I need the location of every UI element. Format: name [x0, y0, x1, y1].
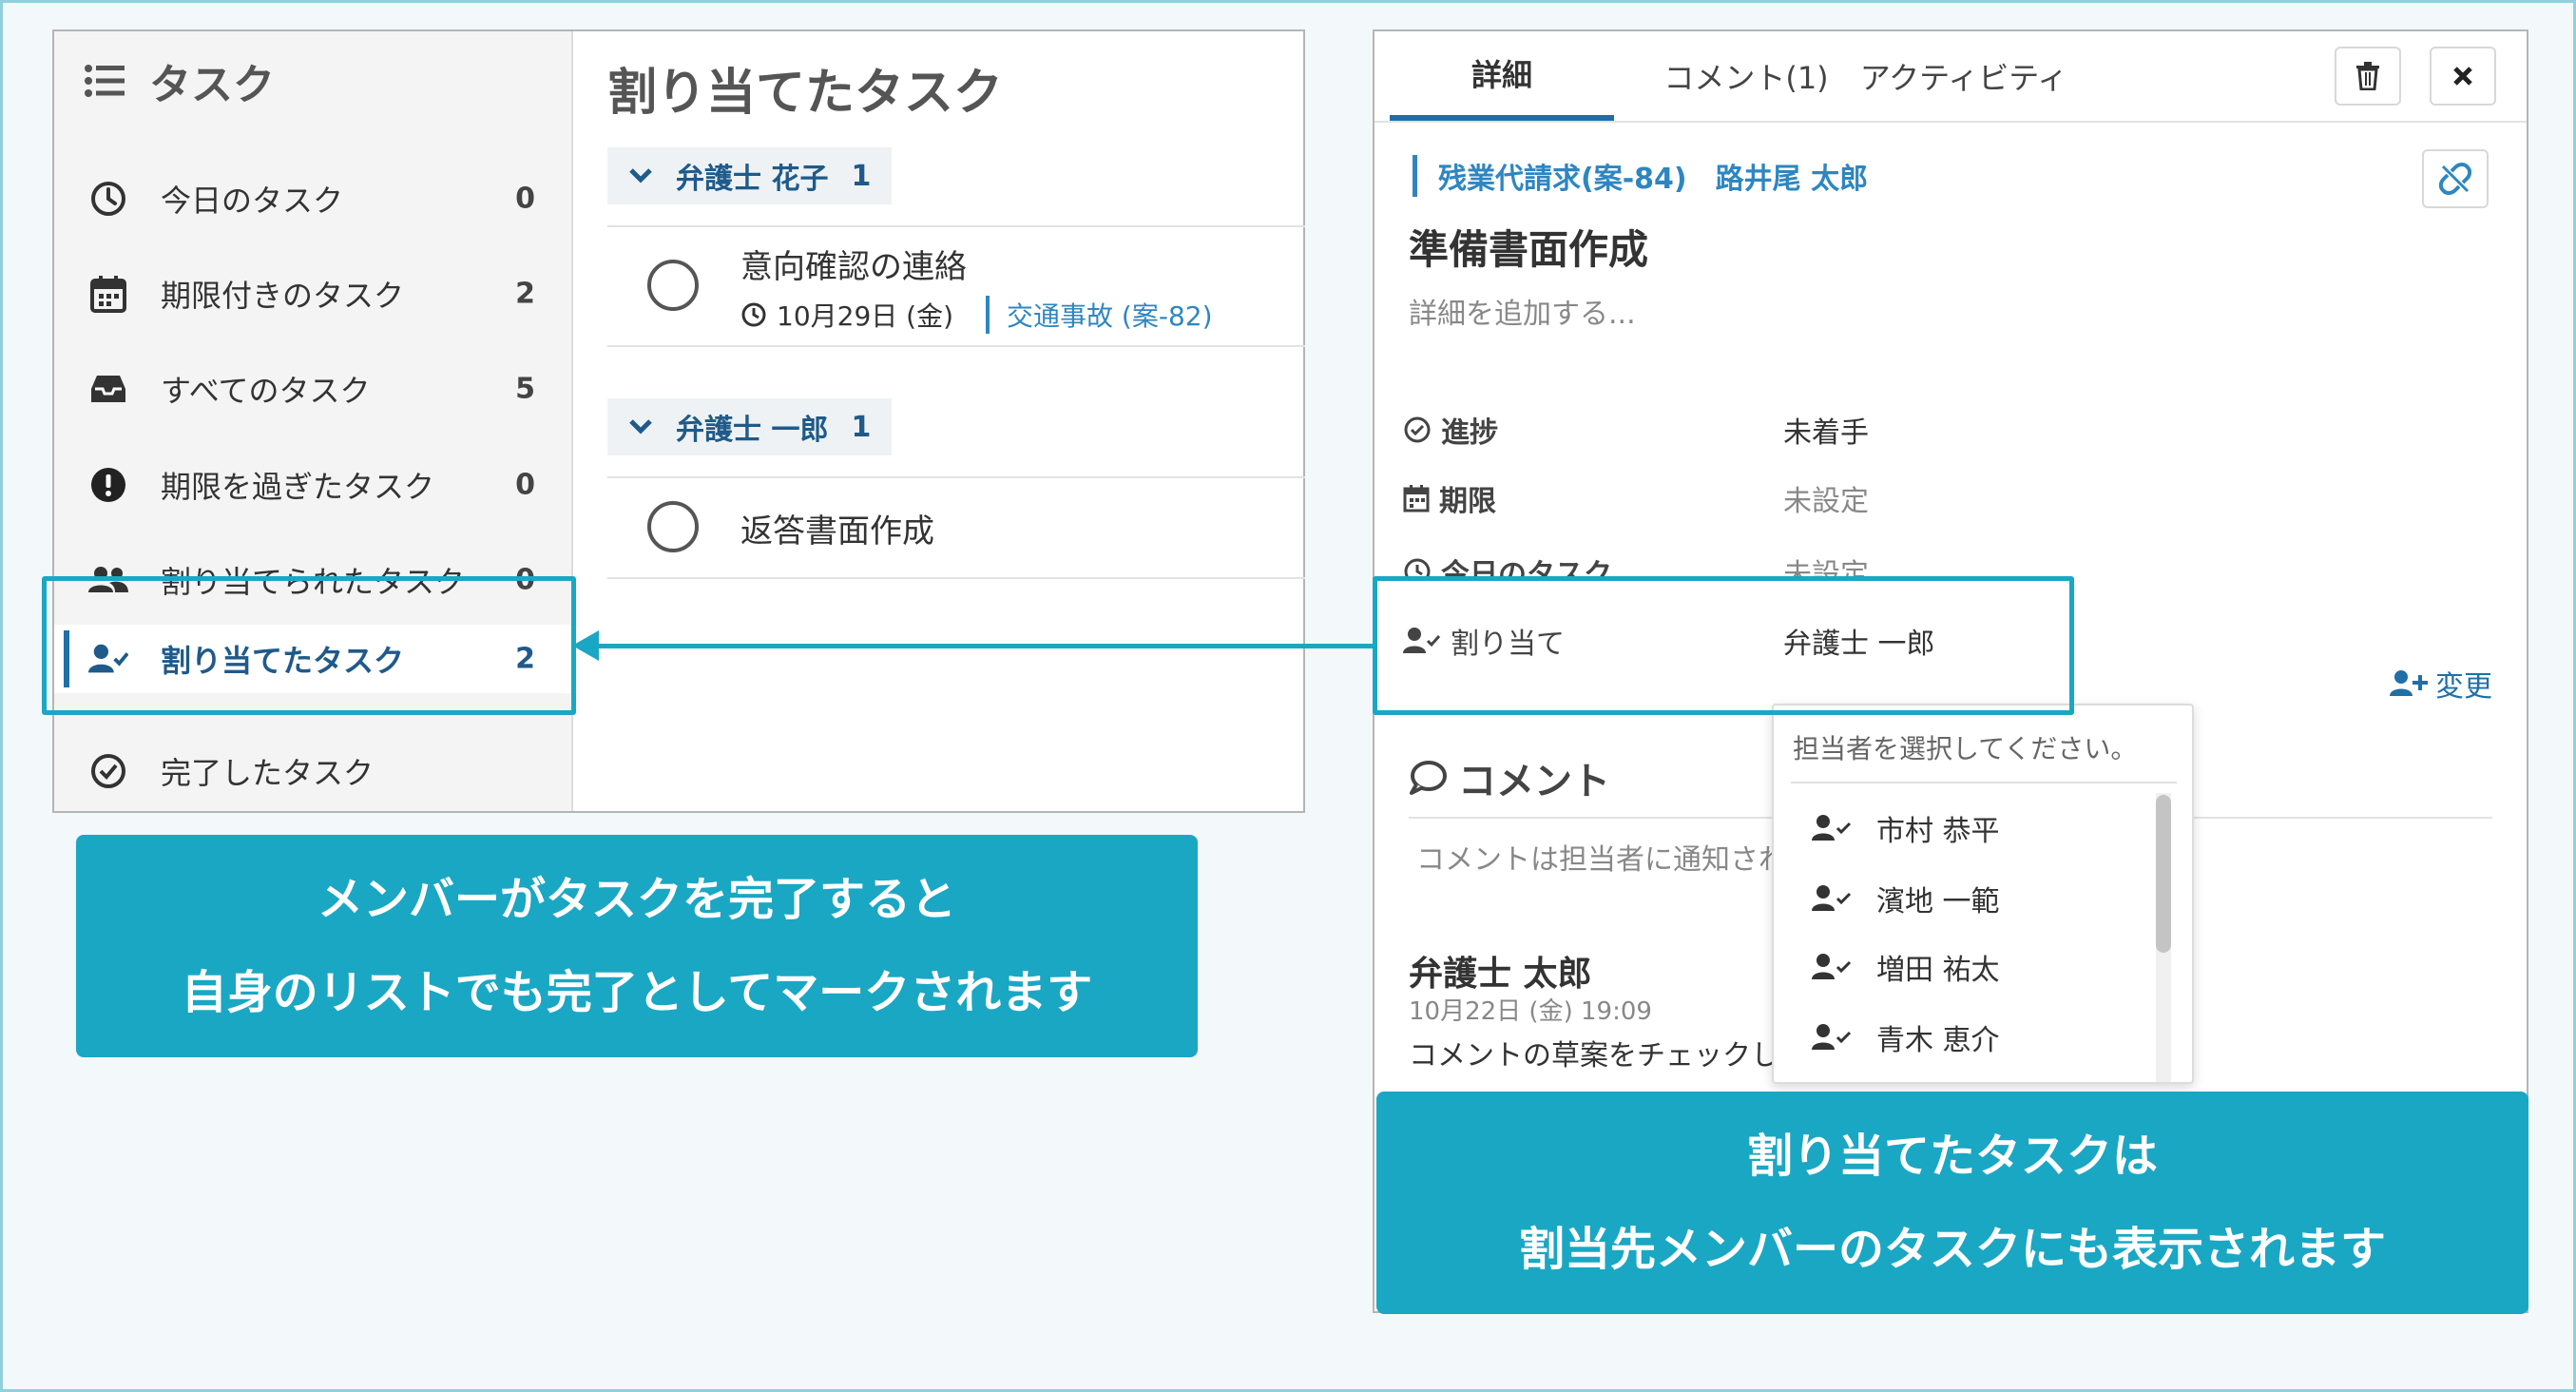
assignee-option[interactable]: 青木 恵介: [1812, 1014, 2000, 1061]
sidebar-title: タスク: [85, 52, 275, 109]
task-title: 返答書面作成: [740, 512, 934, 551]
sidebar-item-overdue[interactable]: 期限を過ぎたタスク 0: [54, 451, 573, 519]
detail-tabs: 詳細 コメント(1) アクティビティ: [1375, 31, 2527, 123]
assignee-option[interactable]: 増田 祐太: [1812, 943, 2000, 991]
highlight-sidebar-assigned: [42, 576, 576, 715]
group-header-ichiro[interactable]: 弁護士 一郎 1: [607, 398, 893, 455]
close-icon: [2453, 67, 2472, 86]
check-circle-icon: [1404, 416, 1431, 443]
task-meta: 10月29日 (金) 交通事故 (案-82): [740, 296, 1213, 334]
task-complete-checkbox[interactable]: [647, 501, 699, 552]
calendar-icon: [1403, 485, 1430, 512]
today-value: 未設定: [1783, 558, 1869, 577]
annotation-arrow: [591, 644, 1373, 648]
case-link[interactable]: 残業代請求(案-84) 路井尾 太郎: [1413, 155, 1868, 197]
task-complete-checkbox[interactable]: [647, 260, 699, 311]
prop-progress[interactable]: 進捗 未着手: [1403, 406, 2449, 454]
inbox-icon: [88, 369, 128, 409]
user-check-icon: [1812, 815, 1852, 841]
tab-activity[interactable]: アクティビティ: [1850, 31, 2078, 121]
due-value: 未設定: [1783, 485, 1869, 518]
unlink-icon: [2439, 163, 2471, 195]
comment-time: 10月22日 (金) 19:09: [1409, 997, 1652, 1026]
description-input[interactable]: 詳細を追加する...: [1409, 290, 1636, 332]
sidebar-item-today[interactable]: 今日のタスク 0: [54, 164, 573, 233]
alert-icon: [88, 465, 128, 505]
clock-icon: [741, 302, 766, 327]
comment-author: 弁護士 太郎: [1409, 955, 1592, 994]
tab-comments[interactable]: コメント(1): [1637, 31, 1855, 121]
comment-icon: [1410, 761, 1447, 795]
task-detail-title[interactable]: 準備書面作成: [1409, 218, 1648, 276]
callout-right: 割り当てたタスクは 割当先メンバーのタスクにも表示されます: [1376, 1092, 2528, 1314]
task-title: 意向確認の連絡: [740, 248, 967, 286]
unlink-button[interactable]: [2422, 149, 2489, 208]
main-title: 割り当てたタスク: [607, 65, 1004, 122]
trash-icon: [2356, 62, 2379, 90]
user-check-icon: [1812, 1024, 1852, 1050]
change-assignee-button[interactable]: 変更: [2390, 663, 2492, 705]
dropdown-hint: 担当者を選択してください。: [1793, 733, 2138, 764]
divider: [1791, 782, 2177, 783]
callout-left: メンバーがタスクを完了すると 自身のリストでも完了としてマークされます: [76, 835, 1198, 1057]
sidebar-item-completed[interactable]: 完了したタスク: [54, 737, 573, 805]
comment-text: コメントの草案をチェックし: [1409, 1039, 1779, 1073]
user-check-icon: [1812, 954, 1852, 979]
calendar-icon: [88, 274, 128, 314]
prop-due[interactable]: 期限 未設定: [1403, 474, 2449, 522]
dropdown-scrollbar-thumb[interactable]: [2156, 795, 2171, 953]
task-row[interactable]: 意向確認の連絡 10月29日 (金) 交通事故 (案-82): [607, 225, 1305, 347]
assignee-dropdown: 担当者を選択してください。 市村 恭平 濱地 一範 増田 祐太 青木 恵介: [1772, 704, 2194, 1084]
task-row[interactable]: 返答書面作成: [607, 476, 1305, 579]
close-button[interactable]: [2430, 47, 2496, 106]
delete-button[interactable]: [2335, 47, 2401, 106]
comments-heading: コメント: [1409, 750, 1610, 805]
list-icon: [85, 65, 125, 97]
chevron-down-icon: [629, 168, 652, 184]
sidebar-item-all[interactable]: すべてのタスク 5: [54, 355, 573, 423]
clock-icon: [1404, 558, 1431, 577]
clock-icon: [88, 179, 128, 219]
task-due-date: 10月29日 (金): [777, 300, 954, 332]
highlight-assignee-row: [1373, 576, 2074, 715]
sidebar-item-due[interactable]: 期限付きのタスク 2: [54, 260, 573, 328]
assignee-option[interactable]: 濱地 一範: [1812, 875, 2000, 922]
chevron-down-icon: [629, 419, 652, 435]
task-case-link[interactable]: 交通事故 (案-82): [986, 296, 1213, 334]
check-circle-icon: [88, 751, 128, 791]
user-check-icon: [1812, 885, 1852, 911]
annotation-arrow-head: [572, 630, 599, 661]
group-header-hanako[interactable]: 弁護士 花子 1: [607, 147, 893, 204]
tab-details[interactable]: 詳細: [1390, 31, 1614, 121]
assignee-option[interactable]: 市村 恭平: [1812, 804, 2000, 852]
prop-today[interactable]: 今日のタスク 未設定: [1403, 545, 2449, 577]
user-plus-icon: [2390, 670, 2428, 696]
comment-input[interactable]: コメントは担当者に通知され: [1416, 836, 1787, 878]
progress-value: 未着手: [1783, 416, 1869, 450]
